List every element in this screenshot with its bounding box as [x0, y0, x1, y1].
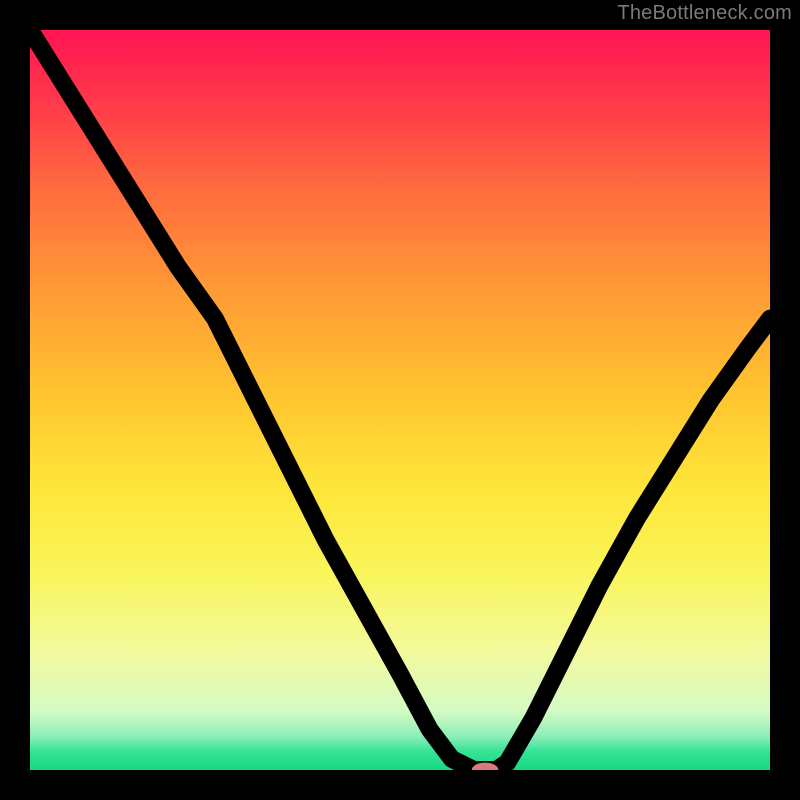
plot-area: [30, 30, 770, 770]
watermark-text: TheBottleneck.com: [617, 2, 792, 25]
data-layer: [30, 30, 770, 770]
chart-frame: TheBottleneck.com: [0, 0, 800, 800]
bottleneck-curve: [30, 30, 770, 770]
